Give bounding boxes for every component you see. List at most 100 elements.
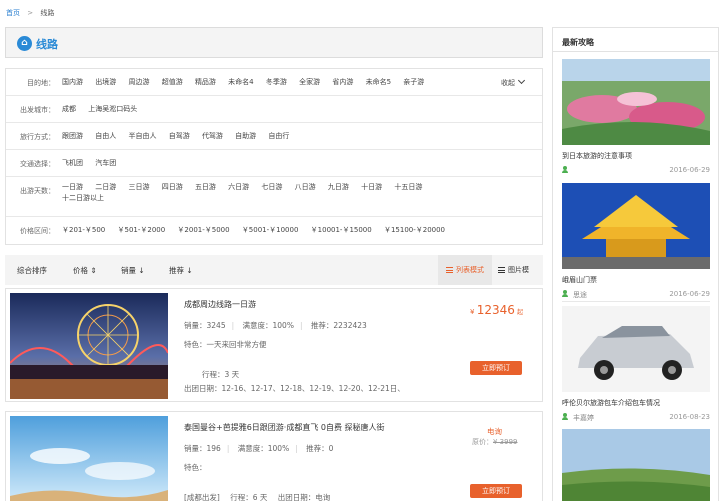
filter-option[interactable]: 三日游 <box>128 180 149 194</box>
product-feature: 特色：一天来回非常方便 <box>184 340 267 349</box>
filter-row-transport: 交通选择： 飞机团 汽车团 <box>6 150 542 177</box>
product-card: 泰国曼谷+芭提雅6日跟团游·成都直飞 0自费 探秘唐人街 销量：196 | 满意度… <box>5 411 543 501</box>
route-icon: ⌂ <box>17 36 32 51</box>
filter-option[interactable]: 九日游 <box>328 180 349 194</box>
filter-option[interactable]: 十五日游 <box>394 180 422 194</box>
user-icon <box>562 413 568 422</box>
book-now-button[interactable]: 立即预订 <box>470 361 522 375</box>
sort-sales-label: 销量 <box>121 266 136 275</box>
chevron-down-icon <box>517 76 526 85</box>
guide-item[interactable]: 峨眉山门票 思途 2016-06-29 <box>562 183 710 300</box>
guide-image[interactable] <box>562 183 710 269</box>
filter-option[interactable]: 半自由人 <box>128 129 156 143</box>
product-card: 成都周边线路一日游 销量：3245 | 满意度：100% | 推荐：2232423 … <box>5 288 543 402</box>
guide-author: 丰嘉婷 <box>573 414 594 422</box>
page-title: 线路 <box>36 38 58 51</box>
filter-option[interactable]: ￥5001-￥10000 <box>242 223 299 237</box>
guide-image[interactable] <box>562 306 710 392</box>
grid-mode-button[interactable]: 图片模式 <box>490 255 543 304</box>
filter-option[interactable]: 未命名4 <box>228 75 253 89</box>
guide-image[interactable] <box>562 429 710 501</box>
guide-caption[interactable]: 呼伦贝尔旅游包车介绍包车情况 <box>562 398 710 408</box>
filter-option[interactable]: ￥2001-￥5000 <box>177 223 229 237</box>
filter-option[interactable]: 六日游 <box>228 180 249 194</box>
filter-option[interactable]: 超值游 <box>162 75 183 89</box>
guide-date: 2016-06-29 <box>669 166 710 174</box>
sales-count: 销量：3245 <box>184 321 226 330</box>
filter-option[interactable]: 国内游 <box>62 75 83 89</box>
filter-option[interactable]: 省内游 <box>332 75 353 89</box>
guide-info: 思途 2016-06-29 <box>562 290 710 300</box>
product-title[interactable]: 泰国曼谷+芭提雅6日跟团游·成都直飞 0自费 探秘唐人街 <box>184 422 385 433</box>
satisfaction: 满意度：100% <box>237 444 290 453</box>
product-meta: 销量：3245 | 满意度：100% | 推荐：2232423 <box>184 321 367 330</box>
guide-item[interactable] <box>562 429 710 501</box>
guide-info: 丰嘉婷 2016-08-23 <box>562 413 710 423</box>
filter-option[interactable]: 自由行 <box>268 129 289 143</box>
filter-option[interactable]: 周边游 <box>128 75 149 89</box>
product-trip-info: [成都出发] 行程：6 天 出团日期：电询 <box>184 492 330 501</box>
guide-image[interactable] <box>562 59 710 145</box>
filter-option[interactable]: 代驾游 <box>202 129 223 143</box>
filter-row-destination: 目的地： 国内游 出境游 周边游 超值游 精品游 未命名4 冬季游 全家游 省内… <box>6 69 542 96</box>
filter-option[interactable]: 五日游 <box>195 180 216 194</box>
guide-caption[interactable]: 峨眉山门票 <box>562 275 710 285</box>
sort-default[interactable]: 综合排序 <box>17 265 47 276</box>
guide-item[interactable]: 呼伦贝尔旅游包车介绍包车情况 丰嘉婷 2016-08-23 <box>562 306 710 423</box>
price-value: 12346 <box>476 303 515 317</box>
filter-option[interactable]: ￥15100-￥20000 <box>384 223 445 237</box>
sort-bar: 综合排序 价格 ⇕ 销量 ↓ 推荐 ↓ 列表模式 图片模式 <box>5 255 543 304</box>
filter-label: 价格区间： <box>20 227 55 235</box>
book-now-button[interactable]: 立即预订 <box>470 484 522 498</box>
guide-item[interactable]: 到日本旅游的注意事项 2016-06-29 <box>562 59 710 176</box>
sort-price-button[interactable]: 价格 ⇕ <box>73 265 97 276</box>
product-title[interactable]: 成都周边线路一日游 <box>184 299 256 310</box>
filter-option[interactable]: 冬季游 <box>266 75 287 89</box>
filter-option[interactable]: 上海吴淞口码头 <box>88 102 137 116</box>
sort-recommend-button[interactable]: 推荐 ↓ <box>169 265 193 276</box>
filter-option[interactable]: ￥501-￥2000 <box>117 223 165 237</box>
sort-sales-button[interactable]: 销量 ↓ <box>121 265 145 276</box>
filter-option[interactable]: 亲子游 <box>403 75 424 89</box>
filter-option[interactable]: 成都 <box>62 102 76 116</box>
filter-option[interactable]: 出境游 <box>95 75 116 89</box>
filter-option[interactable]: 全家游 <box>299 75 320 89</box>
product-image[interactable] <box>10 293 168 399</box>
departure-tag: [成都出发] <box>184 493 220 501</box>
page-header: ⌂ 线路 <box>5 27 543 58</box>
filter-label: 旅行方式： <box>20 133 55 141</box>
filter-option[interactable]: 七日游 <box>261 180 282 194</box>
user-icon <box>562 290 568 299</box>
filter-option[interactable]: 八日游 <box>295 180 316 194</box>
breadcrumb-home[interactable]: 首页 <box>6 9 20 17</box>
product-image[interactable] <box>10 416 168 501</box>
filter-option[interactable]: 精品游 <box>195 75 216 89</box>
guide-author: 思途 <box>573 291 587 299</box>
filter-option[interactable]: 汽车团 <box>95 156 116 170</box>
list-mode-button[interactable]: 列表模式 <box>438 255 492 285</box>
filter-option[interactable]: 跟团游 <box>62 129 83 143</box>
filter-option[interactable]: 飞机团 <box>62 156 83 170</box>
filter-option[interactable]: 十日游 <box>361 180 382 194</box>
sidebar-title: 最新攻略 <box>562 38 594 47</box>
filter-row-price: 价格区间： ￥201-￥500 ￥501-￥2000 ￥2001-￥5000 ￥… <box>6 217 542 244</box>
product-days: 行程：3 天 <box>202 370 240 379</box>
sidebar-latest-guides: 最新攻略 到日本旅游的注意事项 2016-06-29 峨眉山门票 思途 2016… <box>552 27 719 501</box>
guide-caption[interactable]: 到日本旅游的注意事项 <box>562 151 710 161</box>
grid-icon <box>498 267 505 273</box>
collapse-button[interactable]: 收起 <box>501 76 526 88</box>
filter-option[interactable]: 十二日游以上 <box>62 191 104 205</box>
filter-option[interactable]: ￥10001-￥15000 <box>311 223 372 237</box>
filter-option[interactable]: 自助游 <box>235 129 256 143</box>
breadcrumb-separator: > <box>27 9 34 17</box>
filter-option[interactable]: 四日游 <box>162 180 183 194</box>
filter-row-travel-mode: 旅行方式： 跟团游 自由人 半自由人 自驾游 代驾游 自助游 自由行 <box>6 123 542 150</box>
main-content: ⌂ 线路 目的地： 国内游 出境游 周边游 超值游 精品游 未命名4 冬季游 全… <box>5 27 543 304</box>
filter-option[interactable]: 自由人 <box>95 129 116 143</box>
filter-option[interactable]: 未命名5 <box>366 75 391 89</box>
filter-option[interactable]: ￥201-￥500 <box>62 223 105 237</box>
arrow-down-icon: ↓ <box>186 266 193 275</box>
sort-price-label: 价格 <box>73 266 88 275</box>
list-icon <box>446 267 453 273</box>
filter-option[interactable]: 自驾游 <box>169 129 190 143</box>
